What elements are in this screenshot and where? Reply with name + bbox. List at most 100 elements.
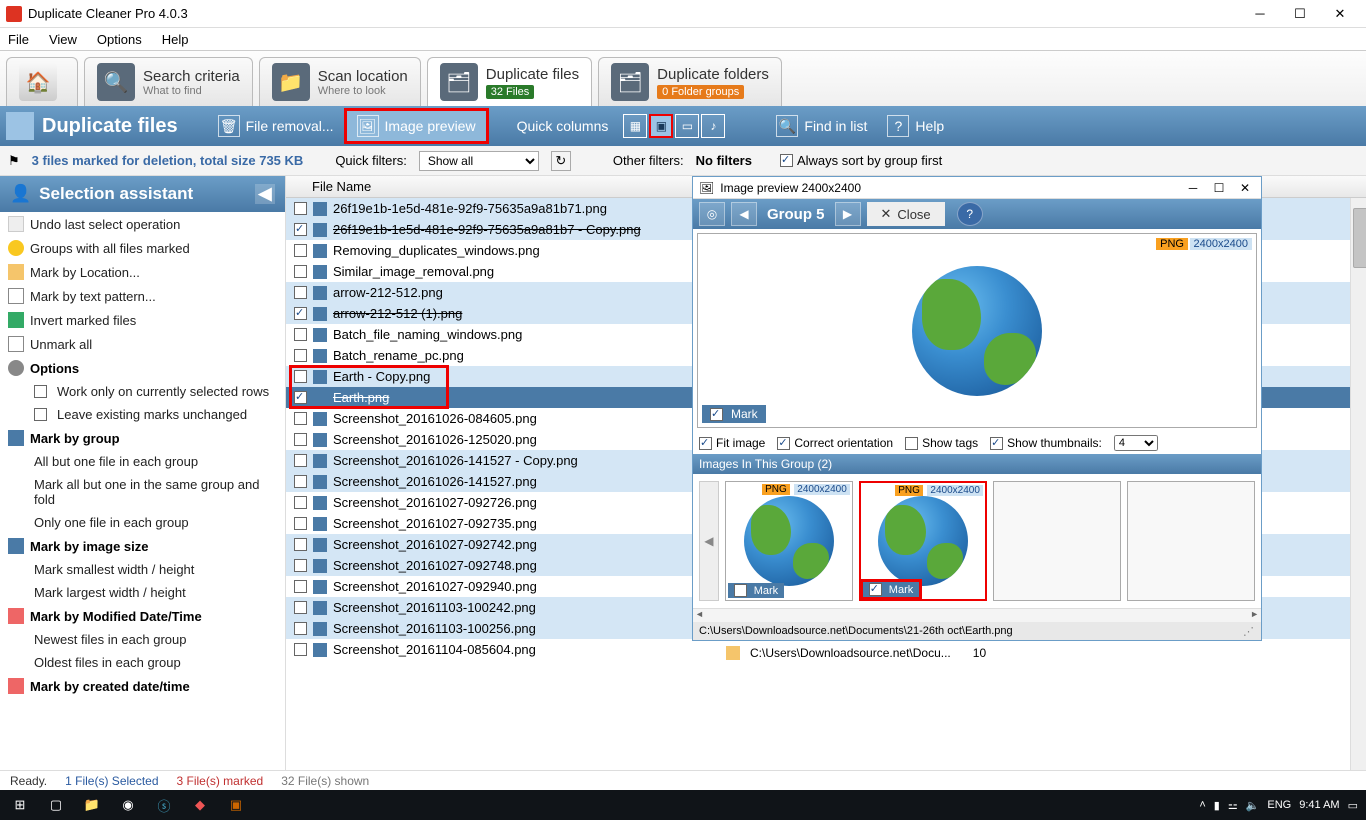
thumbnail-count-select[interactable]: 4 bbox=[1114, 435, 1158, 451]
sidebar-item[interactable]: Unmark all bbox=[0, 332, 285, 356]
image-preview-button[interactable]: 🖼Image preview bbox=[344, 108, 489, 144]
sidebar-item[interactable]: Work only on currently selected rows bbox=[0, 380, 285, 403]
show-thumbnails-checkbox[interactable]: Show thumbnails: bbox=[990, 436, 1102, 450]
sidebar-item[interactable]: Groups with all files marked bbox=[0, 236, 285, 260]
sidebar-item[interactable]: Newest files in each group bbox=[0, 628, 285, 651]
thumb-scrollbar[interactable] bbox=[693, 608, 1261, 622]
sidebar-item[interactable]: Mark largest width / height bbox=[0, 581, 285, 604]
sidebar-item[interactable]: Mark by Modified Date/Time bbox=[0, 604, 285, 628]
thumb-mark-1[interactable]: Mark bbox=[728, 583, 784, 598]
row-checkbox[interactable] bbox=[294, 286, 307, 299]
tab-duplicate-folders[interactable]: 🗂 Duplicate folders0 Folder groups bbox=[598, 57, 782, 106]
tab-search-criteria[interactable]: 🔍 Search criteriaWhat to find bbox=[84, 57, 253, 106]
row-checkbox[interactable] bbox=[294, 391, 307, 404]
skype-icon[interactable]: ⓢ bbox=[146, 790, 182, 820]
preview-next-button[interactable]: ▶ bbox=[835, 202, 861, 226]
battery-icon[interactable]: ▮ bbox=[1214, 799, 1220, 812]
row-checkbox[interactable] bbox=[294, 370, 307, 383]
quick-columns-button[interactable]: Quick columns bbox=[507, 114, 619, 138]
sidebar-item[interactable]: Leave existing marks unchanged bbox=[0, 403, 285, 426]
preview-prev-button[interactable]: ◀ bbox=[731, 202, 757, 226]
sidebar-item[interactable]: Mark by group bbox=[0, 426, 285, 450]
row-checkbox[interactable] bbox=[294, 517, 307, 530]
correct-orientation-checkbox[interactable]: Correct orientation bbox=[777, 436, 893, 450]
tab-scan-location[interactable]: 📁 Scan locationWhere to look bbox=[259, 57, 421, 106]
menu-view[interactable]: View bbox=[49, 32, 77, 47]
start-button[interactable]: ⊞ bbox=[2, 790, 38, 820]
row-checkbox[interactable] bbox=[294, 349, 307, 362]
find-in-list-button[interactable]: 🔍Find in list bbox=[766, 111, 877, 141]
row-checkbox[interactable] bbox=[294, 433, 307, 446]
thumbnail-2[interactable]: PNG2400x2400 Mark bbox=[859, 481, 987, 601]
preview-titlebar[interactable]: 🖼 Image preview 2400x2400 ─ ☐ ✕ bbox=[693, 177, 1261, 199]
menu-help[interactable]: Help bbox=[162, 32, 189, 47]
preview-help-icon[interactable]: ? bbox=[957, 202, 983, 226]
sidebar-item[interactable]: Mark by image size bbox=[0, 534, 285, 558]
row-checkbox[interactable] bbox=[294, 454, 307, 467]
minimize-button[interactable]: ─ bbox=[1240, 0, 1280, 28]
row-checkbox[interactable] bbox=[294, 580, 307, 593]
sidebar-item[interactable]: Mark all but one in the same group and f… bbox=[0, 473, 285, 511]
preview-minimize[interactable]: ─ bbox=[1183, 181, 1203, 195]
sidebar-item[interactable]: Mark by text pattern... bbox=[0, 284, 285, 308]
sidebar-item[interactable]: Mark by created date/time bbox=[0, 674, 285, 698]
sidebar-item[interactable]: Only one file in each group bbox=[0, 511, 285, 534]
preview-close[interactable]: ✕ bbox=[1235, 181, 1255, 195]
view-audio-icon[interactable]: ♪ bbox=[701, 114, 725, 138]
close-button[interactable]: ✕ bbox=[1320, 0, 1360, 28]
row-checkbox[interactable] bbox=[294, 601, 307, 614]
sidebar-item[interactable]: Undo last select operation bbox=[0, 212, 285, 236]
menu-options[interactable]: Options bbox=[97, 32, 142, 47]
row-checkbox[interactable] bbox=[294, 412, 307, 425]
quick-filters-select[interactable]: Show all bbox=[419, 151, 539, 171]
sidebar-item[interactable]: Mark by Location... bbox=[0, 260, 285, 284]
fit-image-checkbox[interactable]: Fit image bbox=[699, 436, 765, 450]
sidebar-item[interactable]: Oldest files in each group bbox=[0, 651, 285, 674]
refresh-icon[interactable]: ↻ bbox=[551, 151, 571, 171]
help-button[interactable]: ?Help bbox=[877, 111, 954, 141]
view-thumb-icon[interactable]: ▣ bbox=[649, 114, 673, 138]
mark-checkbox[interactable]: Mark bbox=[702, 405, 766, 423]
sidebar-item[interactable]: Mark smallest width / height bbox=[0, 558, 285, 581]
tab-home[interactable]: 🏠 bbox=[6, 57, 78, 106]
resize-grip-icon[interactable]: ⋰ bbox=[1243, 625, 1255, 638]
clock[interactable]: 9:41 AM bbox=[1299, 799, 1339, 811]
row-checkbox[interactable] bbox=[294, 223, 307, 236]
app-taskbar-icon[interactable]: ◆ bbox=[182, 790, 218, 820]
always-sort-checkbox[interactable]: Always sort by group first bbox=[780, 153, 942, 168]
file-removal-button[interactable]: 🗑File removal... bbox=[208, 111, 344, 141]
row-checkbox[interactable] bbox=[294, 265, 307, 278]
volume-icon[interactable]: 🔈 bbox=[1246, 799, 1260, 812]
row-checkbox[interactable] bbox=[294, 328, 307, 341]
thumb-mark-2[interactable]: Mark bbox=[863, 582, 919, 597]
maximize-button[interactable]: ☐ bbox=[1280, 0, 1320, 28]
notifications-icon[interactable]: ▭ bbox=[1348, 799, 1358, 812]
menu-file[interactable]: File bbox=[8, 32, 29, 47]
task-view-icon[interactable]: ▢ bbox=[38, 790, 74, 820]
row-checkbox[interactable] bbox=[294, 559, 307, 572]
tab-duplicate-files[interactable]: 🗂 Duplicate files32 Files bbox=[427, 57, 592, 106]
row-checkbox[interactable] bbox=[294, 202, 307, 215]
row-checkbox[interactable] bbox=[294, 244, 307, 257]
preview-close-button[interactable]: ✕Close bbox=[867, 202, 945, 226]
view-image-icon[interactable]: ▭ bbox=[675, 114, 699, 138]
sidebar-item[interactable]: Invert marked files bbox=[0, 308, 285, 332]
row-checkbox[interactable] bbox=[294, 538, 307, 551]
wifi-icon[interactable]: ⚍ bbox=[1228, 799, 1238, 812]
row-checkbox[interactable] bbox=[294, 496, 307, 509]
sidebar-item[interactable]: All but one file in each group bbox=[0, 450, 285, 473]
collapse-sidebar-button[interactable]: ◀ bbox=[255, 184, 275, 204]
language-indicator[interactable]: ENG bbox=[1267, 799, 1291, 811]
thumb-prev-button[interactable]: ◀ bbox=[699, 481, 719, 601]
row-checkbox[interactable] bbox=[294, 643, 307, 656]
tray-chevron-icon[interactable]: ˄ bbox=[1199, 799, 1205, 811]
show-tags-checkbox[interactable]: Show tags bbox=[905, 436, 978, 450]
view-grid-icon[interactable]: ▦ bbox=[623, 114, 647, 138]
vertical-scrollbar[interactable] bbox=[1350, 198, 1366, 770]
explorer-icon[interactable]: 📁 bbox=[74, 790, 110, 820]
preview-maximize[interactable]: ☐ bbox=[1209, 181, 1229, 195]
chrome-icon[interactable]: ◉ bbox=[110, 790, 146, 820]
thumbnail-1[interactable]: PNG2400x2400 Mark bbox=[725, 481, 853, 601]
app2-taskbar-icon[interactable]: ▣ bbox=[218, 790, 254, 820]
row-checkbox[interactable] bbox=[294, 475, 307, 488]
